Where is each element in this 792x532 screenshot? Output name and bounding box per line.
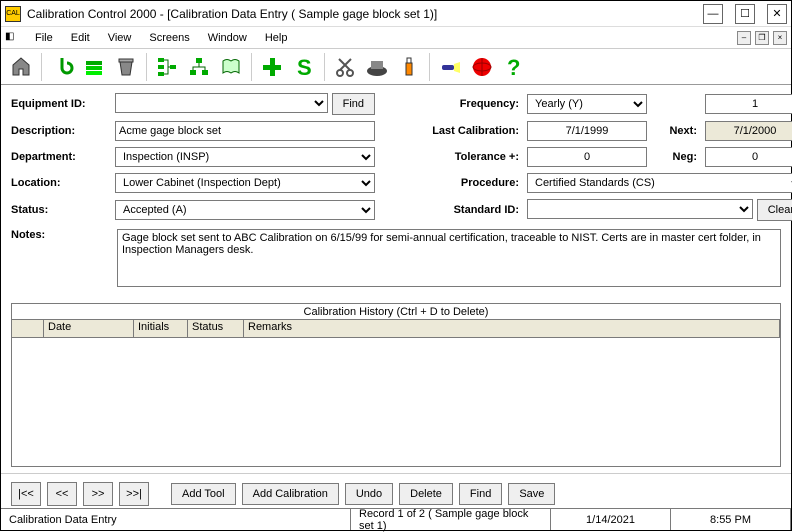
save-button[interactable]: Save xyxy=(508,483,555,505)
close-button[interactable]: ✕ xyxy=(767,4,787,24)
standard-id-label: Standard ID: xyxy=(403,204,523,216)
mdi-minimize-button[interactable]: – xyxy=(737,31,751,45)
question-icon[interactable]: ? xyxy=(500,53,528,81)
find-bottom-button[interactable]: Find xyxy=(459,483,502,505)
menu-view[interactable]: View xyxy=(100,30,140,46)
stack-icon[interactable] xyxy=(80,53,108,81)
nav-prev-button[interactable]: << xyxy=(47,482,77,506)
description-label: Description: xyxy=(11,125,111,137)
next-input xyxy=(705,121,792,141)
next-label: Next: xyxy=(651,125,701,137)
status-pane-time: 8:55 PM xyxy=(671,509,791,530)
history-col-remarks[interactable]: Remarks xyxy=(244,320,780,337)
s-icon[interactable]: S xyxy=(290,53,318,81)
window-title: Calibration Control 2000 - [Calibration … xyxy=(27,7,703,21)
history-col-status[interactable]: Status xyxy=(188,320,244,337)
nav-next-button[interactable]: >> xyxy=(83,482,113,506)
equipment-id-select[interactable] xyxy=(115,93,328,113)
frequency-count-input[interactable] xyxy=(705,94,792,114)
department-label: Department: xyxy=(11,151,111,163)
history-title: Calibration History (Ctrl + D to Delete) xyxy=(12,304,780,320)
status-pane-mode: Calibration Data Entry xyxy=(1,509,351,530)
trash-icon[interactable] xyxy=(112,53,140,81)
frequency-select[interactable]: Yearly (Y) xyxy=(527,94,647,114)
hook-icon[interactable] xyxy=(48,53,76,81)
svg-text:S: S xyxy=(297,55,312,79)
equipment-id-label: Equipment ID: xyxy=(11,98,111,110)
scanner-icon[interactable] xyxy=(363,53,391,81)
calibration-history-grid: Calibration History (Ctrl + D to Delete)… xyxy=(11,303,781,467)
last-cal-input[interactable] xyxy=(527,121,647,141)
tree-icon[interactable] xyxy=(153,53,181,81)
plus-icon[interactable] xyxy=(258,53,286,81)
scissors-icon[interactable] xyxy=(331,53,359,81)
history-col-initials[interactable]: Initials xyxy=(134,320,188,337)
status-pane-record: Record 1 of 2 ( Sample gage block set 1) xyxy=(351,509,551,530)
glue-icon[interactable] xyxy=(395,53,423,81)
book-icon[interactable] xyxy=(217,53,245,81)
add-tool-button[interactable]: Add Tool xyxy=(171,483,236,505)
location-select[interactable]: Lower Cabinet (Inspection Dept) xyxy=(115,173,375,193)
app-icon: CAL xyxy=(5,6,21,22)
history-col-date[interactable]: Date xyxy=(44,320,134,337)
location-label: Location: xyxy=(11,177,111,189)
menu-file[interactable]: File xyxy=(27,30,61,46)
procedure-select[interactable]: Certified Standards (CS) xyxy=(527,173,792,193)
notes-textarea[interactable] xyxy=(117,229,781,287)
delete-button[interactable]: Delete xyxy=(399,483,453,505)
nav-first-button[interactable]: |<< xyxy=(11,482,41,506)
home-icon[interactable] xyxy=(7,53,35,81)
frequency-label: Frequency: xyxy=(403,98,523,110)
history-body[interactable] xyxy=(12,338,780,466)
svg-text:?: ? xyxy=(507,55,520,79)
history-col-select[interactable] xyxy=(12,320,44,337)
maximize-button[interactable]: ☐ xyxy=(735,4,755,24)
menu-screens[interactable]: Screens xyxy=(141,30,197,46)
menu-edit[interactable]: Edit xyxy=(63,30,98,46)
clear-button[interactable]: Clear xyxy=(757,199,792,221)
neg-label: Neg: xyxy=(651,151,701,163)
menu-window[interactable]: Window xyxy=(200,30,255,46)
find-button[interactable]: Find xyxy=(332,93,375,115)
notes-label: Notes: xyxy=(11,229,111,241)
status-label: Status: xyxy=(11,204,111,216)
status-pane-date: 1/14/2021 xyxy=(551,509,671,530)
department-select[interactable]: Inspection (INSP) xyxy=(115,147,375,167)
tolerance-label: Tolerance +: xyxy=(403,151,523,163)
mdi-restore-button[interactable]: ❐ xyxy=(755,31,769,45)
mdi-close-button[interactable]: × xyxy=(773,31,787,45)
globe-icon[interactable] xyxy=(468,53,496,81)
standard-id-select[interactable] xyxy=(527,199,753,219)
neg-input[interactable] xyxy=(705,147,792,167)
menu-help[interactable]: Help xyxy=(257,30,296,46)
procedure-label: Procedure: xyxy=(403,177,523,189)
tolerance-input[interactable] xyxy=(527,147,647,167)
nav-last-button[interactable]: >>| xyxy=(119,482,149,506)
undo-button[interactable]: Undo xyxy=(345,483,393,505)
add-calibration-button[interactable]: Add Calibration xyxy=(242,483,339,505)
org-icon[interactable] xyxy=(185,53,213,81)
description-input[interactable] xyxy=(115,121,375,141)
mdi-child-icon: ◧ xyxy=(5,31,19,45)
minimize-button[interactable]: — xyxy=(703,4,723,24)
last-cal-label: Last Calibration: xyxy=(403,125,523,137)
flashlight-icon[interactable] xyxy=(436,53,464,81)
status-select[interactable]: Accepted (A) xyxy=(115,200,375,220)
